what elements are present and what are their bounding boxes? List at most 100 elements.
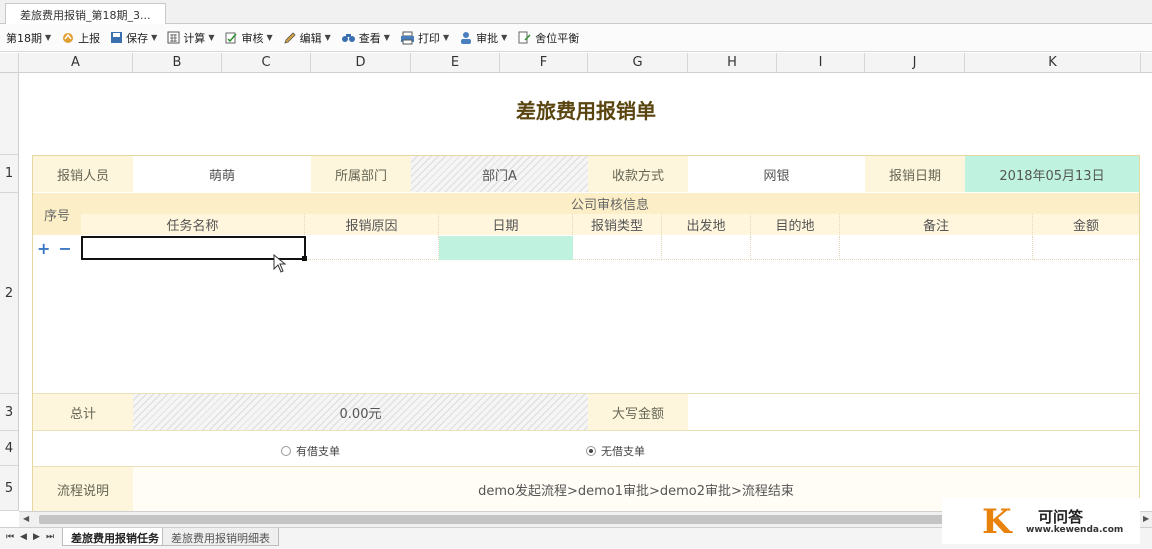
select-all-corner[interactable]: [0, 53, 19, 73]
department-field[interactable]: 部门A: [411, 156, 588, 192]
detail-col-header: 任务名称: [81, 214, 305, 235]
chevron-down-icon: ▼: [208, 33, 215, 42]
department-label: 所属部门: [311, 156, 411, 192]
add-row-button[interactable]: +: [37, 239, 50, 258]
claim-date-field[interactable]: 2018年05月13日: [965, 156, 1139, 192]
payment-method-field[interactable]: 网银: [688, 156, 865, 192]
last-sheet-icon[interactable]: ⏭: [46, 532, 54, 542]
chevron-down-icon: ▼: [383, 33, 390, 42]
first-sheet-icon[interactable]: ⏮: [6, 532, 14, 542]
approve-label: 审批: [476, 31, 499, 45]
chevron-down-icon: ▼: [151, 33, 158, 42]
column-header[interactable]: A: [19, 53, 133, 73]
applicant-field[interactable]: 萌萌: [133, 156, 311, 192]
view-label: 查看: [358, 31, 381, 45]
document-tab-strip: 差旅费用报销_第18期_3...: [0, 0, 1152, 25]
sheet-tab[interactable]: 差旅费用报销明细表: [162, 528, 279, 546]
remark-cell[interactable]: [840, 236, 1033, 260]
divider: [33, 430, 1139, 431]
loan-option-no[interactable]: 无借支单: [586, 443, 645, 459]
loan-option-no-label: 无借支单: [601, 445, 645, 458]
row-header-blank: [0, 73, 18, 155]
detail-col-header: 备注: [840, 214, 1033, 235]
prev-sheet-icon[interactable]: ◀: [20, 532, 27, 542]
watermark-url: www.kewenda.com: [1026, 525, 1124, 535]
column-header[interactable]: D: [311, 53, 411, 73]
calc-label: 计算: [183, 31, 206, 45]
save-label: 保存: [126, 31, 149, 45]
watermark-name: 可问答: [1038, 508, 1084, 526]
uppercase-amount-label: 大写金额: [588, 394, 688, 430]
column-header[interactable]: I: [777, 53, 865, 73]
approve-button[interactable]: 审批 ▼: [459, 30, 507, 46]
applicant-label: 报销人员: [33, 156, 133, 192]
view-button[interactable]: 查看 ▼: [341, 30, 390, 46]
column-header[interactable]: C: [222, 53, 311, 73]
print-label: 打印: [417, 31, 440, 45]
company-audit-header: 公司审核信息: [81, 193, 1139, 214]
row-header[interactable]: 3: [0, 394, 18, 431]
total-label: 总计: [33, 394, 133, 430]
scroll-right-icon[interactable]: ▶: [1143, 514, 1149, 523]
scroll-left-icon[interactable]: ◀: [23, 514, 29, 523]
date-cell[interactable]: [439, 236, 573, 260]
seq-header: 序号: [33, 193, 81, 235]
pencil-icon: [283, 31, 296, 44]
fill-handle[interactable]: [302, 256, 307, 261]
scrollbar-thumb[interactable]: [39, 515, 959, 524]
column-header-bar: A B C D E F G H I J K: [0, 53, 1152, 73]
document-tab[interactable]: 差旅费用报销_第18期_3...: [5, 3, 166, 25]
row-header-bar: 1 2 3 4 5: [0, 73, 19, 511]
row-header[interactable]: 5: [0, 466, 18, 511]
payment-method-label: 收款方式: [588, 156, 688, 192]
print-button[interactable]: 打印 ▼: [400, 30, 449, 46]
amount-cell[interactable]: [1033, 236, 1139, 260]
radio-unselected-icon: [281, 446, 291, 456]
next-sheet-icon[interactable]: ▶: [33, 532, 40, 542]
printer-icon: [400, 31, 414, 44]
column-header[interactable]: K: [965, 53, 1141, 73]
binoculars-icon: [341, 34, 355, 42]
destination-cell[interactable]: [751, 236, 840, 260]
type-cell[interactable]: [573, 236, 662, 260]
claim-date-label: 报销日期: [865, 156, 965, 192]
detail-col-header: 报销原因: [305, 214, 439, 235]
loan-option-yes[interactable]: 有借支单: [281, 443, 340, 459]
balance-button[interactable]: 舍位平衡: [517, 30, 579, 46]
save-button[interactable]: 保存 ▼: [110, 30, 157, 46]
detail-col-header: 目的地: [751, 214, 840, 235]
audit-button[interactable]: 审核 ▼: [224, 30, 273, 46]
upload-button[interactable]: 上报: [61, 30, 100, 46]
chevron-down-icon: ▼: [501, 33, 508, 42]
column-header[interactable]: H: [688, 53, 777, 73]
audit-icon: [225, 32, 238, 43]
row-header[interactable]: 2: [0, 193, 18, 394]
reason-cell[interactable]: [305, 236, 439, 260]
departure-cell[interactable]: [662, 236, 751, 260]
row-header[interactable]: 4: [0, 431, 18, 466]
radio-selected-icon: [586, 446, 596, 456]
column-header[interactable]: J: [865, 53, 965, 73]
edit-button[interactable]: 编辑 ▼: [283, 30, 331, 46]
upload-label: 上报: [78, 31, 101, 45]
chevron-down-icon: ▼: [442, 33, 450, 42]
uppercase-amount-field: [688, 394, 1139, 430]
report-title: 差旅费用报销单: [516, 99, 656, 123]
chevron-down-icon: ▼: [266, 33, 273, 42]
sheet-tab-active[interactable]: 差旅费用报销任务: [62, 528, 168, 546]
loan-option-yes-label: 有借支单: [296, 445, 340, 458]
period-dropdown[interactable]: 第18期 ▼: [6, 30, 51, 46]
remove-row-button[interactable]: −: [58, 239, 71, 258]
column-header[interactable]: F: [500, 53, 588, 73]
detail-col-header: 金额: [1033, 214, 1139, 235]
column-header[interactable]: B: [133, 53, 222, 73]
chevron-down-icon: ▼: [324, 33, 331, 42]
column-header[interactable]: G: [588, 53, 688, 73]
row-header[interactable]: 1: [0, 155, 18, 193]
calc-button[interactable]: 计算 ▼: [167, 30, 214, 46]
chevron-down-icon: ▼: [45, 33, 52, 42]
period-label: 第18期: [6, 31, 42, 45]
watermark-logo: K 可问答 www.kewenda.com: [942, 498, 1140, 544]
total-value: 0.00元: [133, 394, 588, 430]
column-header[interactable]: E: [411, 53, 500, 73]
